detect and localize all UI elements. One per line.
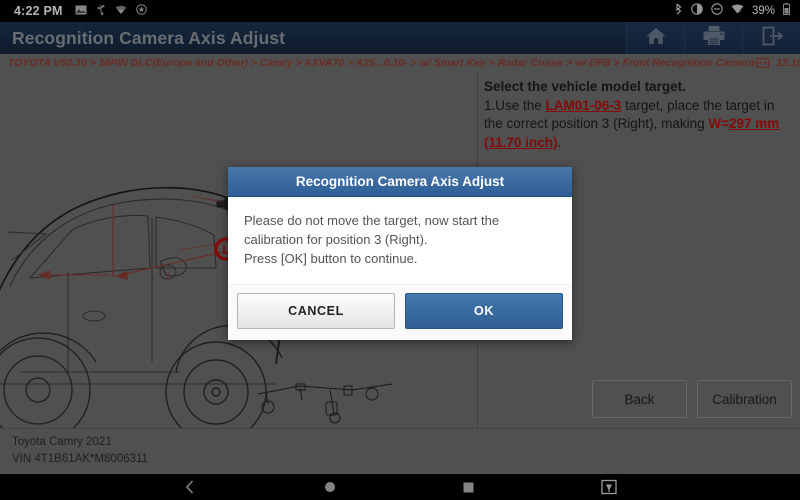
dialog-message-line-3: Press [OK] button to continue.: [244, 251, 418, 266]
dialog-header: Recognition Camera Axis Adjust: [228, 167, 572, 197]
dialog-title: Recognition Camera Axis Adjust: [295, 174, 505, 189]
confirmation-dialog: Recognition Camera Axis Adjust Please do…: [228, 167, 572, 340]
cancel-button[interactable]: CANCEL: [237, 293, 395, 329]
ok-button[interactable]: OK: [405, 293, 563, 329]
recents-nav-icon[interactable]: [462, 481, 475, 494]
dialog-body: Please do not move the target, now start…: [228, 197, 572, 284]
dialog-footer: CANCEL OK: [228, 284, 572, 340]
dialog-message-line-2: calibration for position 3 (Right).: [244, 232, 428, 247]
back-nav-icon[interactable]: [183, 479, 197, 495]
home-nav-icon[interactable]: [323, 480, 337, 494]
screenshot-nav-icon[interactable]: [601, 479, 617, 495]
dialog-message-line-1: Please do not move the target, now start…: [244, 213, 500, 228]
app-root: 4:22 PM 39% Recognition Camera Axis Adju…: [0, 0, 800, 500]
android-nav-bar: [0, 474, 800, 500]
